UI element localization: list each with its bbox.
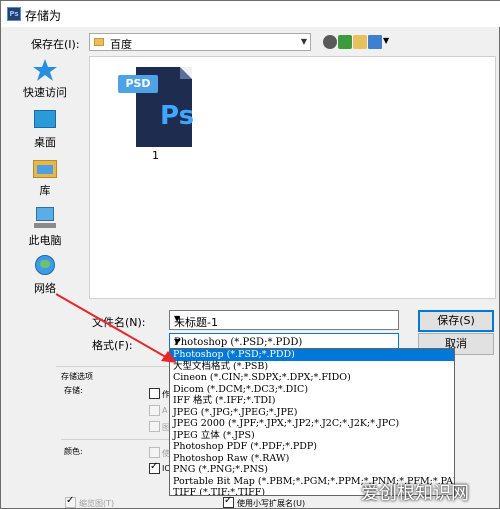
window-title: 存储为 [25,9,62,23]
format-dropdown-list[interactable]: Photoshop (*.PSD;*.PDD) 大型文档格式 (*.PSB) Cin… [169,348,455,496]
desktop-icon [32,108,58,132]
lowercase-ext-label: 使用小写扩展名(U) [237,499,306,508]
format-option[interactable]: Photoshop (*.PSD;*.PDD) [170,349,454,361]
option-c-checkbox[interactable] [149,447,160,458]
thumbnail-label: 缩览图(T) [79,499,115,508]
ps-glyph: Ps [160,101,195,131]
color-label: 颜色: [64,447,83,456]
format-label: 格式(F): [92,339,133,352]
place-label: 快速访问 [23,86,67,99]
icc-checkbox[interactable] [149,461,160,474]
format-option[interactable]: JPEG (*.JPG;*.JPEG;*.JPE) [170,407,454,419]
format-option[interactable]: Photoshop Raw (*.RAW) [170,453,454,465]
place-label: 库 [39,184,51,197]
place-network[interactable]: 网络 [9,254,81,296]
save-button[interactable]: 保存(S) [418,310,494,332]
save-in-label: 保存在(I): [31,38,80,51]
save-options-title: 存储选项 [61,372,93,381]
option-a-checkbox[interactable] [149,405,160,416]
place-library[interactable]: 库 [9,156,81,198]
format-option[interactable]: PNG (*.PNG;*.PNS) [170,464,454,476]
library-icon [32,156,58,180]
thumbnail-checkbox[interactable] [65,495,76,508]
option-b-checkbox[interactable] [149,421,160,432]
file-name-label: 1 [152,149,159,162]
chevron-down-icon: ▼ [174,314,181,323]
format-option[interactable]: Cineon (*.CIN;*.SDPX;*.DPX;*.FIDO) [170,372,454,384]
folder-icon [94,38,104,46]
star-icon [32,58,58,82]
view-dropdown-chevron-icon[interactable]: ▼ [383,36,389,45]
place-this-pc[interactable]: 此电脑 [9,206,81,248]
psd-badge: PSD [118,75,158,93]
chevron-down-icon: ▼ [174,337,181,346]
photoshop-app-icon: Ps [7,7,21,21]
network-icon [32,254,58,278]
watermark-text: 爱创根知识网 [361,483,469,504]
save-in-combo[interactable]: 百度 ▼ [89,33,311,51]
format-option[interactable]: Dicom (*.DCM;*.DC3;*.DIC) [170,384,454,396]
format-option[interactable]: 大型文档格式 (*.PSB) [170,361,454,373]
option-a-label: A [162,406,168,415]
place-desktop[interactable]: 桌面 [9,108,81,150]
as-copy-checkbox[interactable] [149,388,160,399]
current-folder-name: 百度 [110,38,132,51]
format-option[interactable]: JPEG 立体 (*.JPS) [170,430,454,442]
view-menu-icon[interactable] [368,35,382,49]
computer-icon [32,206,58,230]
format-option[interactable]: IFF 格式 (*.IFF;*.TDI) [170,395,454,407]
lowercase-ext-checkbox[interactable] [223,495,234,508]
place-label: 桌面 [34,136,56,149]
place-label: 此电脑 [28,234,62,247]
file-list[interactable]: Ps PSD 1 [89,56,496,299]
places-bar: 快速访问 桌面 库 此电脑 网络 [9,56,81,306]
place-quick-access[interactable]: 快速访问 [9,58,81,100]
title-bar: Ps 存储为 [1,1,500,27]
save-label: 存储: [64,386,83,395]
chevron-down-icon: ▼ [300,37,307,46]
save-as-dialog: Ps 存储为 保存在(I): 百度 ▼ ▼ 快速访问 桌面 库 此电脑 网络 P… [0,0,500,509]
place-label: 网络 [34,282,56,295]
psd-file-item[interactable]: Ps PSD [118,67,194,147]
divider [61,439,169,440]
format-option[interactable]: JPEG 2000 (*.JPF;*.JPX;*.JP2;*.J2C;*.J2K… [170,418,454,430]
up-folder-icon[interactable] [338,35,352,49]
new-folder-icon[interactable] [353,35,367,49]
filename-input[interactable]: 未标题-1 ▼ [169,310,399,330]
back-icon[interactable] [323,35,337,49]
format-option[interactable]: Photoshop PDF (*.PDF;*.PDP) [170,441,454,453]
filename-label: 文件名(N): [92,316,146,329]
